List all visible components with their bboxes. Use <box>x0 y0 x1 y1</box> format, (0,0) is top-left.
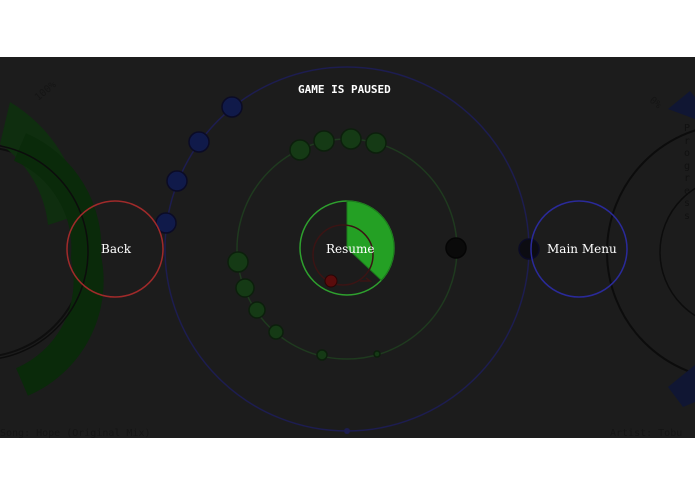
note <box>344 428 350 434</box>
right-meter-vertical-text: Progress <box>684 123 691 222</box>
right-meter-accent-bottom <box>668 365 695 407</box>
note <box>445 237 467 259</box>
back-button-label[interactable]: Back <box>101 242 131 256</box>
player-dot <box>324 274 338 288</box>
note <box>340 128 362 150</box>
right-meter-outer-ring <box>606 129 695 375</box>
resume-button-label[interactable]: Resume <box>326 242 375 256</box>
song-info: Song: Hope (Original Mix) <box>0 428 151 438</box>
note <box>188 131 210 153</box>
note <box>235 278 255 298</box>
note <box>221 96 243 118</box>
note <box>268 324 284 340</box>
main-menu-button-label[interactable]: Main Menu <box>547 242 617 256</box>
note <box>316 349 328 361</box>
pause-title: GAME IS PAUSED <box>298 83 391 96</box>
note <box>518 238 540 260</box>
note <box>248 301 266 319</box>
artist-info: Artist: Tobu <box>610 428 683 438</box>
note <box>227 251 249 273</box>
game-viewport: GAME IS PAUSED Resume Back Main Menu 100… <box>0 57 695 438</box>
note <box>313 130 335 152</box>
note <box>289 139 311 161</box>
right-progress-meter <box>606 91 695 407</box>
right-meter-accent-top <box>668 91 695 119</box>
left-progress-meter <box>0 102 104 396</box>
note <box>166 170 188 192</box>
note <box>373 350 381 358</box>
note <box>365 132 387 154</box>
